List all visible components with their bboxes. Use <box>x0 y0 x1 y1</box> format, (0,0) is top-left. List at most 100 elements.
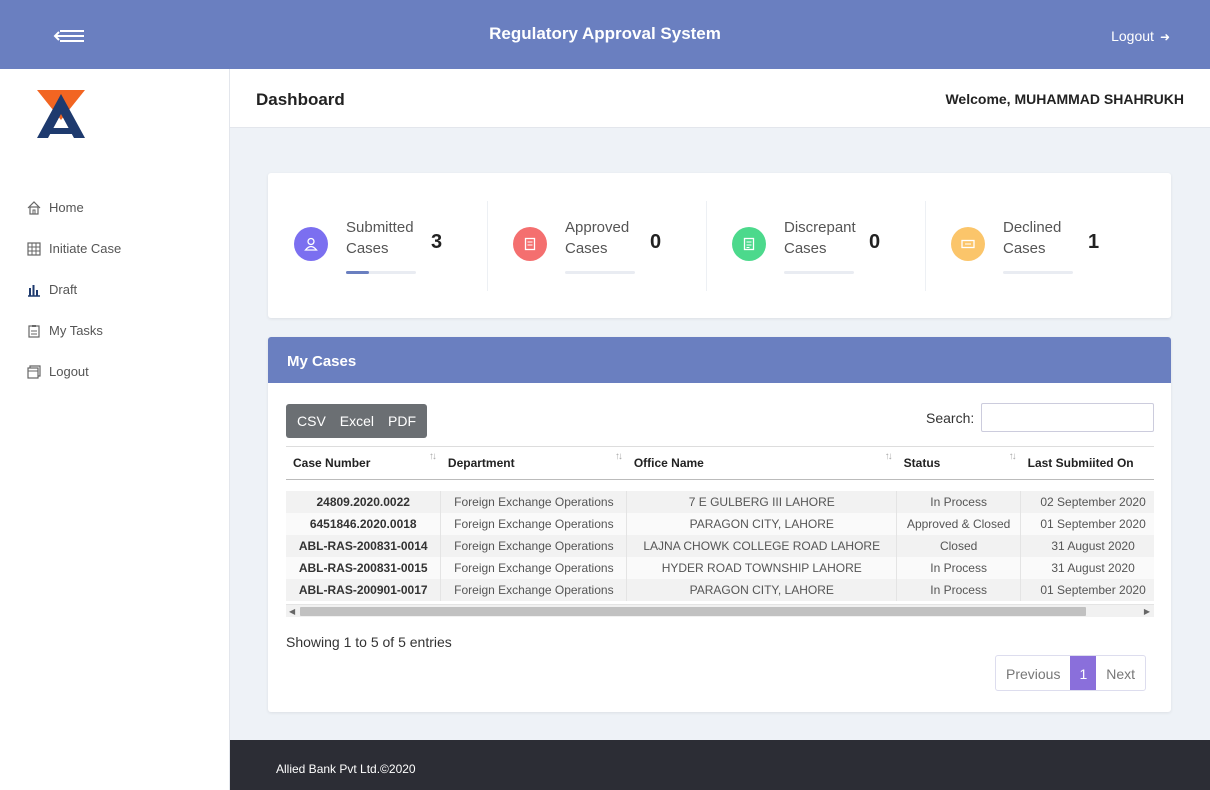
window-icon <box>27 364 49 379</box>
ticket-icon <box>951 227 985 261</box>
home-icon <box>27 200 49 215</box>
cell-case-number[interactable]: 24809.2020.0022 <box>286 490 442 513</box>
table-row[interactable]: ABL-RAS-200831-0014 Foreign Exchange Ope… <box>286 534 1154 557</box>
scrollbar-thumb[interactable] <box>300 607 1086 616</box>
stat-label: Submitted Cases <box>346 219 414 257</box>
stat-submitted[interactable]: Submitted Cases 3 <box>268 203 488 289</box>
scroll-left-arrow-icon[interactable]: ◀ <box>289 605 295 618</box>
sidebar-item-label: Initiate Case <box>49 241 122 256</box>
column-header-last-submitted-on[interactable]: Last Submiited On↑↓ <box>1020 446 1155 480</box>
stat-label: Approved Cases <box>565 219 630 257</box>
cell-office-name: HYDER ROAD TOWNSHIP LAHORE <box>626 556 898 579</box>
cases-table: Case Number ↑↓ Department ↑↓ Office Name ↑↓… <box>286 446 1154 601</box>
cell-status: Closed <box>896 534 1022 557</box>
stat-discrepant[interactable]: Discrepant Cases 0 <box>706 203 926 289</box>
table-row[interactable]: 6451846.2020.0018 Foreign Exchange Opera… <box>286 512 1154 535</box>
page-title: Dashboard <box>256 90 345 109</box>
stat-declined[interactable]: Declined Cases 1 <box>925 203 1145 289</box>
stat-approved[interactable]: Approved Cases 0 <box>487 203 707 289</box>
stat-progress-bar <box>346 271 416 274</box>
previous-page-button[interactable]: Previous <box>996 656 1070 690</box>
search-input[interactable] <box>981 403 1154 432</box>
column-header-status[interactable]: Status ↑↓ <box>896 446 1021 480</box>
sidebar-item-draft[interactable]: Draft <box>27 269 121 310</box>
column-header-department[interactable]: Department ↑↓ <box>440 446 627 480</box>
column-header-case-number[interactable]: Case Number ↑↓ <box>286 446 441 480</box>
stat-value: 3 <box>431 231 443 253</box>
cell-office-name: 7 E GULBERG III LAHORE <box>626 490 898 513</box>
cell-last-submitted: 01 September 2020 <box>1020 578 1154 601</box>
csv-button[interactable]: CSV <box>286 404 333 438</box>
scroll-right-arrow-icon[interactable]: ▶ <box>1144 605 1150 618</box>
stats-panel: Submitted Cases 3 Approved Cases 0 Discrep… <box>268 173 1171 318</box>
document-icon <box>513 227 547 261</box>
sidebar-item-label: Home <box>49 200 84 215</box>
sort-icon: ↑↓ <box>884 451 893 462</box>
user-icon <box>294 227 328 261</box>
table-row[interactable]: ABL-RAS-200901-0017 Foreign Exchange Ope… <box>286 578 1154 601</box>
column-header-office-name[interactable]: Office Name ↑↓ <box>626 446 897 480</box>
sidebar-nav: Home Initiate Case Draft My Tasks Logout <box>27 187 121 392</box>
sidebar-item-initiate-case[interactable]: Initiate Case <box>27 228 121 269</box>
stat-value: 0 <box>869 231 881 253</box>
sort-icon: ↑↓ <box>428 451 437 462</box>
sidebar-item-label: My Tasks <box>49 323 103 338</box>
bank-logo <box>33 90 89 142</box>
stat-value: 1 <box>1088 231 1100 253</box>
cell-status: In Process <box>896 490 1022 513</box>
top-bar: Regulatory Approval System Logout ➜ <box>0 0 1210 69</box>
stat-progress-fill <box>346 271 370 274</box>
sidebar-item-logout[interactable]: Logout <box>27 351 121 392</box>
footer: Allied Bank Pvt Ltd.©2020 <box>230 740 1210 790</box>
header-logout-label: Logout <box>1111 28 1154 44</box>
export-button-group: CSV Excel PDF <box>286 404 428 438</box>
cell-last-submitted: 31 August 2020 <box>1020 556 1154 579</box>
cell-department: Foreign Exchange Operations <box>440 556 628 579</box>
cell-last-submitted: 02 September 2020 <box>1020 490 1154 513</box>
bar-chart-icon <box>27 283 49 297</box>
table-row[interactable]: ABL-RAS-200831-0015 Foreign Exchange Ope… <box>286 556 1154 579</box>
cell-department: Foreign Exchange Operations <box>440 490 628 513</box>
page-header: Dashboard Welcome, MUHAMMAD SHAHRUKH <box>230 69 1210 128</box>
pdf-button[interactable]: PDF <box>381 404 427 438</box>
cell-department: Foreign Exchange Operations <box>440 512 628 535</box>
cell-case-number[interactable]: ABL-RAS-200831-0015 <box>286 556 442 579</box>
pagination: Previous 1 Next <box>995 655 1147 691</box>
sort-icon: ↑↓ <box>1154 451 1155 462</box>
sidebar-item-label: Logout <box>49 364 89 379</box>
cell-status: In Process <box>896 556 1022 579</box>
sidebar: Home Initiate Case Draft My Tasks Logout <box>0 69 230 790</box>
clipboard-icon <box>27 324 49 338</box>
app-title: Regulatory Approval System <box>489 24 721 43</box>
stat-label: Discrepant Cases <box>784 219 856 257</box>
stat-progress-bar <box>784 271 854 274</box>
table-row[interactable]: 24809.2020.0022 Foreign Exchange Operati… <box>286 490 1154 513</box>
stat-value: 0 <box>650 231 662 253</box>
stat-progress-bar <box>565 271 635 274</box>
header-logout-button[interactable]: Logout ➜ <box>1111 28 1170 44</box>
my-cases-title: My Cases <box>268 337 1171 383</box>
footer-text: Allied Bank Pvt Ltd.©2020 <box>276 762 416 776</box>
horizontal-scrollbar[interactable]: ◀ ▶ <box>286 604 1154 617</box>
cell-case-number[interactable]: ABL-RAS-200831-0014 <box>286 534 442 557</box>
my-cases-panel: My Cases CSV Excel PDF Search: Case Numb… <box>268 337 1171 712</box>
stat-label: Declined Cases <box>1003 219 1062 257</box>
sidebar-item-my-tasks[interactable]: My Tasks <box>27 310 121 351</box>
page-1-button[interactable]: 1 <box>1070 656 1097 690</box>
cell-case-number[interactable]: ABL-RAS-200901-0017 <box>286 578 442 601</box>
search-label: Search: <box>926 410 975 426</box>
next-page-button[interactable]: Next <box>1096 656 1145 690</box>
cases-table-wrapper: Case Number ↑↓ Department ↑↓ Office Name ↑↓… <box>286 446 1154 618</box>
cell-last-submitted: 01 September 2020 <box>1020 512 1154 535</box>
sidebar-item-home[interactable]: Home <box>27 187 121 228</box>
cell-office-name: LAJNA CHOWK COLLEGE ROAD LAHORE <box>626 534 898 557</box>
sidebar-item-label: Draft <box>49 282 78 297</box>
cell-office-name: PARAGON CITY, LAHORE <box>626 578 898 601</box>
sort-icon: ↑↓ <box>1008 451 1017 462</box>
excel-button[interactable]: Excel <box>333 404 381 438</box>
cell-office-name: PARAGON CITY, LAHORE <box>626 512 898 535</box>
table-header-row: Case Number ↑↓ Department ↑↓ Office Name ↑↓… <box>286 446 1155 480</box>
sign-out-icon: ➜ <box>1159 30 1170 44</box>
cell-case-number[interactable]: 6451846.2020.0018 <box>286 512 442 535</box>
cell-department: Foreign Exchange Operations <box>440 534 628 557</box>
